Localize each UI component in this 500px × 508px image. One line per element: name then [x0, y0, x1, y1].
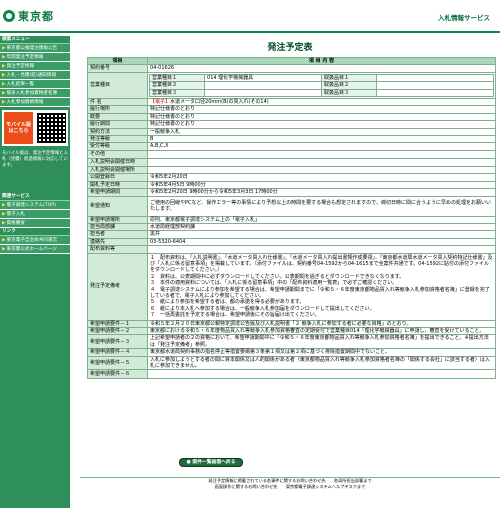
table-row: 件 名 【電子】水道メータ口径20mm(B)の買入れ(その14) — [87, 98, 496, 107]
service-name: 入札情報サービス — [438, 14, 490, 22]
sidebar-item-qualification-review[interactable]: ▶資格審査 — [0, 219, 70, 228]
tokyo-logo[interactable]: 東京都 — [3, 9, 54, 23]
arrow-right-icon: ▶ — [2, 100, 6, 105]
table-header-item: 項目 — [87, 56, 148, 66]
table-row: 希望申請場所 原則、東京都電子調達システム上の「電子入札」 — [87, 215, 496, 224]
table-row: 概要 特記仕様書のとおり — [87, 112, 496, 122]
table-row: 契約番号 04-01626 — [87, 64, 496, 73]
sidebar-item-e-bid[interactable]: ▶電子入札 — [0, 210, 70, 219]
footer-contact-helpdesk: 画面操作に関するお問い合わせ先 東京都電子調達システムヘルプデスクまで — [214, 484, 366, 489]
note-item: ７ 一括再委託を予定する場合は、希望申請後にその旨届け出てください。 — [150, 312, 320, 319]
mobile-version-note: モバイル版は、発注予定情報と入札（見積）経過情報に対応しています。 — [2, 151, 68, 168]
back-to-list-button[interactable]: ● 案件一覧画面へ戻る — [179, 458, 243, 467]
sidebar: 検索メニュー ▶東京都公報発注情報公告 ▶年間発注予定情報 ▶発注予定情報 ▶入… — [0, 36, 70, 508]
arrow-right-icon: ▶ — [2, 238, 6, 243]
page-header: 東京都 入札情報サービス — [0, 0, 500, 33]
sidebar-item-annual-plan[interactable]: ▶年間発注予定情報 — [0, 53, 70, 62]
sidebar-item-public-notice[interactable]: ▶東京都公報発注情報公告 — [0, 44, 70, 53]
arrow-right-icon: ▶ — [2, 212, 6, 217]
table-row: 受付等級 A,B,C,X — [87, 142, 496, 151]
business-type-row: 営業種目２ 取扱品目２ — [148, 81, 494, 90]
table-row: 発注等級 B — [87, 135, 496, 144]
sidebar-item-qualified-list[interactable]: ▶競争入札参加資格者名簿 — [0, 89, 70, 98]
table-row: 希望申請要件－４ 東京都水道局契約事務の指名停止等措置要綱第３条第１項又は第２項に… — [87, 348, 496, 357]
note-item: １ 配布資料は、「入札説明書」、「水道メータ買入れ仕様書」、「水道メータ買入れ提… — [150, 254, 493, 274]
page-footer: 発注予定情報に掲載されている各事件に関するお問い合わせ先 各局所担当部署まで 画… — [80, 478, 500, 490]
arrow-right-icon: ▶ — [2, 247, 6, 252]
tokyo-logo-mark-icon — [3, 10, 15, 22]
sidebar-section-title: リンク — [0, 228, 70, 236]
arrow-right-icon: ▶ — [2, 64, 6, 69]
table-row: 開札予定日時 令和5年4月5日 9時00分 — [87, 180, 496, 190]
table-row: 発注予定備考 １ 配布資料は、「入札説明書」、「水道メータ買入れ仕様書」、「水道… — [87, 252, 496, 321]
sidebar-item-procurement-top[interactable]: ▶電子調達システム(TOP) — [0, 201, 70, 210]
subject-text: 水道メータ口径20mm(B)の買入れ(その14) — [170, 99, 269, 106]
header-divider — [0, 31, 500, 33]
sidebar-link-joint-operation[interactable]: ▶東京電子自治体共同運営 — [0, 236, 70, 245]
table-row: 希望申請要件－２ 東京都における令和５・６年度物品買入れ等競争入札参加資格審査の定… — [87, 326, 496, 336]
mobile-version-box[interactable]: モバイル版はこちら — [2, 110, 68, 146]
sidebar-item-bid-results[interactable]: ▶入札結果一覧 — [0, 80, 70, 89]
sidebar-section-title: 検索メニュー — [0, 36, 70, 44]
sidebar-section-title: 関連サービス — [0, 193, 70, 201]
contract-number: 04-01626 — [147, 64, 496, 73]
table-row: その他 — [87, 149, 496, 160]
table-row: 公開登録日 令和5年2月20日 — [87, 173, 496, 182]
sidebar-item-order-plan[interactable]: ▶発注予定情報 — [0, 62, 70, 71]
subject: 【電子】水道メータ口径20mm(B)の買入れ(その14) — [147, 98, 496, 107]
business-type-row: 営業種目３ 取扱品目３ — [148, 88, 494, 98]
note-item: ４ 電子調達システムにより参加を希望する場合は、希望申請期間までに「令和５・６年… — [150, 286, 490, 299]
table-row: 希望申請要件－３ 上記希望申請者の２の資格において、希望申請期間中に「令和５・６年… — [87, 334, 496, 350]
arrow-right-icon: ▶ — [2, 203, 6, 208]
arrow-right-icon: ▶ — [2, 221, 6, 226]
table-row: 担当局部課 水道局経理部契約課 — [87, 222, 496, 232]
table-row: 連絡先 03-5320-6404 — [87, 237, 496, 247]
logo-text: 東京都 — [18, 10, 54, 23]
arrow-right-icon: ▶ — [2, 73, 6, 78]
arrow-right-icon: ▶ — [2, 46, 6, 51]
sidebar-link-tokyo-homepage[interactable]: ▶東京都公式ホームページ — [0, 245, 70, 254]
table-row: 入札説明会開催場所 — [87, 165, 496, 175]
table-row: 担当者 黒井 — [87, 230, 496, 239]
page-title: 発注予定表 — [267, 43, 313, 53]
table-row: 履行期間 特記仕様書のとおり — [87, 120, 496, 129]
order-plan-notes: １ 配布資料は、「入札説明書」、「水道メータ買入れ仕様書」、「水道メータ買入れ提… — [147, 252, 496, 321]
request-notice: ご使用の回線やPCなど、操作エラー等の事情により予想以上の時間を要する場合も想定… — [147, 195, 496, 217]
table-row: 希望申請要件－６ — [87, 369, 496, 380]
mobile-version-label: モバイル版はこちら — [4, 112, 34, 144]
table-row: 営業種目 営業種目１ 014 理化学機械器具 取扱品目１ 営業種目２ 取扱品目２ — [87, 71, 496, 100]
table-header-content: 項 目 内 容 — [147, 56, 496, 66]
business-type-row: 営業種目１ 014 理化学機械器具 取扱品目１ — [148, 73, 494, 83]
subject-tag: 【電子】 — [150, 99, 171, 106]
sidebar-item-qualification-info[interactable]: ▶入札参加資格情報 — [0, 98, 70, 107]
arrow-right-icon: ▶ — [2, 55, 6, 60]
arrow-right-icon: ▶ — [2, 91, 6, 96]
table-row: 契約方法 一般競争入札 — [87, 127, 496, 137]
sidebar-item-bid-notice[interactable]: ▶入札・見積(結)通知情報 — [0, 71, 70, 80]
business-type-table: 営業種目１ 014 理化学機械器具 取扱品目１ 営業種目２ 取扱品目２ 営業種目… — [148, 73, 494, 98]
table-row: 希望通知 ご使用の回線やPCなど、操作エラー等の事情により予想以上の時間を要する… — [87, 195, 496, 217]
table-row: 入札説明会開催日時 — [87, 158, 496, 167]
table-row: 履行場所 特記仕様書のとおり — [87, 105, 496, 114]
table-row: 希望申請要件－５ 入札に参加しようとする者の間に資本関係又は人的関係がある者（東京… — [87, 355, 496, 371]
table-row: 配布資料等 — [87, 245, 496, 254]
arrow-right-icon: ▶ — [2, 82, 6, 87]
table-row: 希望申請要件－１ 令和５年２月２０日東京都公報特定調達公告版及び入札説明書「２ 競… — [87, 319, 496, 329]
order-plan-detail-table: 項目 項 目 内 容 契約番号 04-01626 営業種目 営業種目１ 014 … — [87, 56, 496, 380]
qr-code-icon — [37, 113, 66, 143]
table-row: 希望申請期間 令和5年2月20日 9時00分から令和5年3月3日 17時00分 — [87, 188, 496, 197]
